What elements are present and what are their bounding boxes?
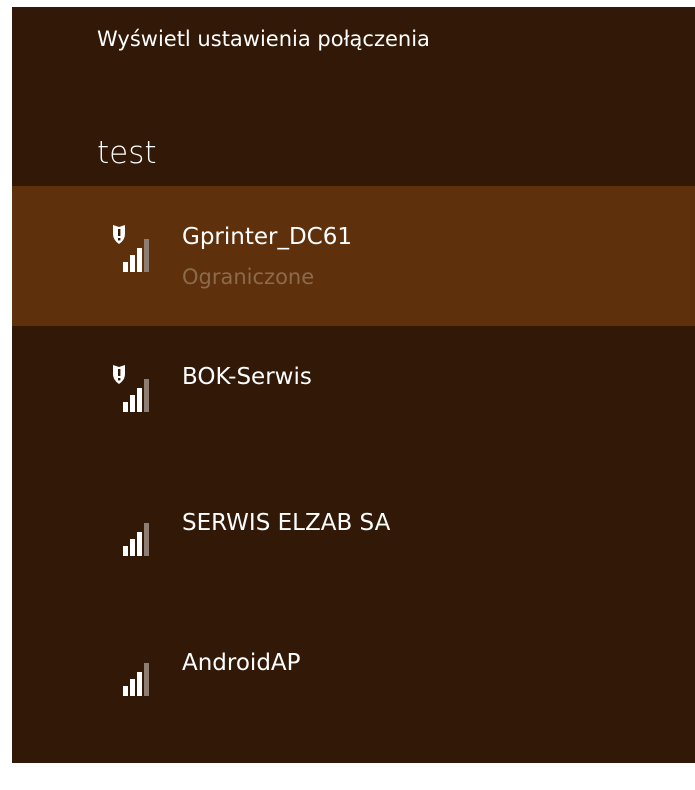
network-status: Ograniczone [182, 265, 315, 289]
wifi-signal-secured-icon [113, 365, 149, 412]
network-item-androidap[interactable]: AndroidAP [12, 606, 695, 746]
network-item-gprinter[interactable]: Gprinter_DC61 Ograniczone [12, 186, 695, 326]
network-list: Gprinter_DC61 Ograniczone BOK-Serwis SER… [12, 186, 695, 746]
wifi-signal-icon [123, 523, 149, 556]
view-connection-settings-link[interactable]: Wyświetl ustawienia połączenia [97, 27, 430, 51]
network-flyout: Wyświetl ustawienia połączenia test Gpri… [12, 7, 695, 763]
network-name: BOK-Serwis [182, 364, 312, 390]
network-item-serwis-elzab[interactable]: SERWIS ELZAB SA [12, 466, 695, 606]
network-item-bok-serwis[interactable]: BOK-Serwis [12, 326, 695, 466]
wifi-signal-secured-icon [113, 225, 149, 272]
network-name: AndroidAP [182, 650, 301, 676]
network-group-title: test [97, 135, 157, 171]
network-name: Gprinter_DC61 [182, 224, 353, 250]
wifi-signal-icon [123, 663, 149, 696]
network-name: SERWIS ELZAB SA [182, 510, 391, 536]
